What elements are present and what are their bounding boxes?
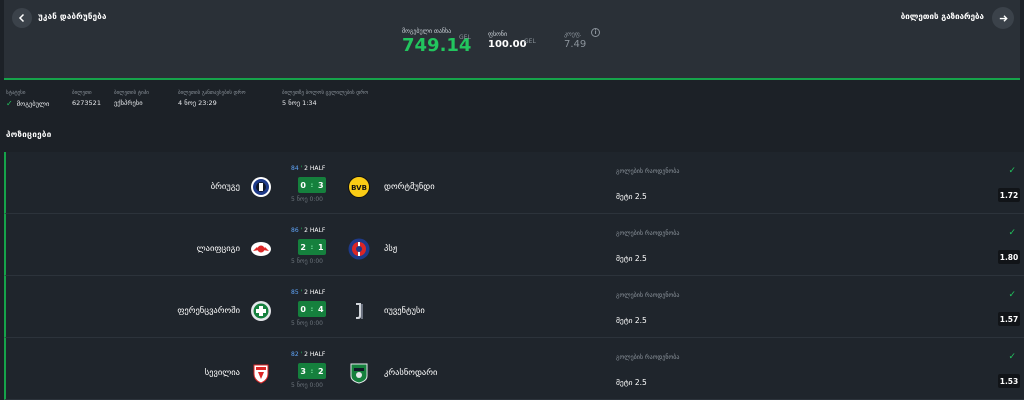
check-icon: ✓ (1008, 352, 1016, 362)
ticket-header: უკან დაბრუნება მოგებული თანხა 749.14 GEL… (4, 0, 1020, 80)
pick-label: მეტი 2.5 (616, 316, 647, 325)
info-icon[interactable]: i (591, 28, 600, 37)
match-date: 5 ნოე 0:00 (291, 258, 324, 265)
detail-caption: ბილეთის განთავსების დრო (178, 90, 246, 96)
stake-amount: 100.00 (488, 39, 527, 50)
stake-currency: GEL (524, 38, 536, 45)
detail-ticket-type: ბილეთის ტიპი ექსპრესი (114, 90, 149, 107)
share-arrow-icon (999, 14, 1008, 22)
score-box: 2:1 (298, 239, 326, 255)
match-minute: 84 ' 2 HALF (291, 165, 326, 172)
score-box: 0:3 (298, 177, 326, 193)
match-minute: 85 ' 2 HALF (291, 289, 326, 296)
check-icon: ✓ (6, 99, 13, 108)
odds-badge: 1.53 (998, 374, 1020, 388)
detail-caption: ბილეთის ტიპი (114, 90, 149, 96)
svg-text:BVB: BVB (351, 184, 367, 192)
match-date: 5 ნოე 0:00 (291, 196, 324, 203)
home-team: ლაიფციგი (196, 244, 240, 254)
detail-caption: ბილეთზე ბოლოს ცვლილების დრო (282, 90, 369, 96)
home-team: სევილია (204, 368, 240, 378)
check-icon: ✓ (1008, 166, 1016, 176)
market-name: გოლების რაოდენობა (616, 230, 680, 237)
score-box: 3:2 (298, 363, 326, 379)
away-team: დორტმუნდი (384, 182, 435, 192)
odds-badge: 1.57 (998, 312, 1020, 326)
pick-label: მეტი 2.5 (616, 378, 647, 387)
arrow-left-icon (18, 13, 25, 23)
match-row[interactable]: ფერენცვაროში 85 ' 2 HALF 0:4 5 ნოე 0:00 … (4, 276, 1024, 338)
detail-caption: სტატუსი (6, 90, 26, 96)
away-team: პსჟ (384, 244, 398, 254)
match-row[interactable]: ბრიუგე 84 ' 2 HALF 0:3 5 ნოე 0:00 BVB დო… (4, 152, 1024, 214)
check-icon: ✓ (1008, 290, 1016, 300)
win-caption: მოგებული თანხა (402, 28, 452, 35)
share-label[interactable]: ბილეთის გაზიარება (901, 12, 984, 21)
away-team: იუვენტუსი (384, 306, 425, 316)
odds-badge: 1.72 (998, 188, 1020, 202)
detail-status: სტატუსი ✓ მოგებული (6, 90, 49, 108)
ferencvaros-logo (251, 301, 271, 321)
coef-caption: კოეფ. (564, 31, 582, 38)
coef-value: 7.49 (564, 39, 587, 50)
home-team: ფერენცვაროში (177, 306, 240, 316)
odds-badge: 1.80 (998, 250, 1020, 264)
match-minute: 82 ' 2 HALF (291, 351, 326, 358)
detail-caption: ბილეთი (72, 90, 92, 96)
detail-value: 5 ნოე 1:34 (282, 99, 317, 107)
share-button[interactable] (992, 7, 1014, 29)
juventus-logo (356, 303, 363, 319)
back-label[interactable]: უკან დაბრუნება (38, 12, 107, 21)
psg-logo (348, 238, 370, 260)
stake-caption: ფსონი (488, 31, 508, 38)
score-box: 0:4 (298, 301, 326, 317)
bvb-logo: BVB (348, 176, 370, 198)
detail-placed-time: ბილეთის განთავსების დრო 4 ნოე 23:29 (178, 90, 246, 107)
ticket-details: სტატუსი ✓ მოგებული ბილეთი 6273521 ბილეთის… (0, 90, 1024, 112)
krasnodar-logo (350, 363, 368, 384)
match-row[interactable]: სევილია 82 ' 2 HALF 3:2 5 ნოე 0:00 კრასნ… (4, 338, 1024, 400)
home-team: ბრიუგე (210, 182, 240, 192)
win-currency: GEL (459, 34, 471, 41)
back-button[interactable] (12, 8, 32, 28)
market-name: გოლების რაოდენობა (616, 168, 680, 175)
club-brugge-logo (251, 177, 271, 197)
detail-value: 6273521 (72, 99, 101, 107)
positions-list: ბრიუგე 84 ' 2 HALF 0:3 5 ნოე 0:00 BVB დო… (4, 152, 1024, 400)
detail-ticket-id: ბილეთი 6273521 (72, 90, 101, 107)
detail-value: მოგებული (16, 99, 50, 108)
check-icon: ✓ (1008, 228, 1016, 238)
rb-leipzig-logo (251, 242, 271, 256)
pick-label: მეტი 2.5 (616, 192, 647, 201)
market-name: გოლების რაოდენობა (616, 354, 680, 361)
match-minute: 86 ' 2 HALF (291, 227, 326, 234)
detail-updated-time: ბილეთზე ბოლოს ცვლილების დრო 5 ნოე 1:34 (282, 90, 368, 107)
market-name: გოლების რაოდენობა (616, 292, 680, 299)
away-team: კრასნოდარი (384, 368, 438, 378)
detail-value: 4 ნოე 23:29 (178, 99, 217, 107)
detail-value: ექსპრესი (114, 99, 143, 107)
match-date: 5 ნოე 0:00 (291, 320, 324, 327)
match-date: 5 ნოე 0:00 (291, 382, 324, 389)
pick-label: მეტი 2.5 (616, 254, 647, 263)
sevilla-logo (253, 364, 269, 384)
match-row[interactable]: ლაიფციგი 86 ' 2 HALF 2:1 5 ნოე 0:00 პსჟ … (4, 214, 1024, 276)
positions-title: პოზიციები (6, 130, 52, 139)
